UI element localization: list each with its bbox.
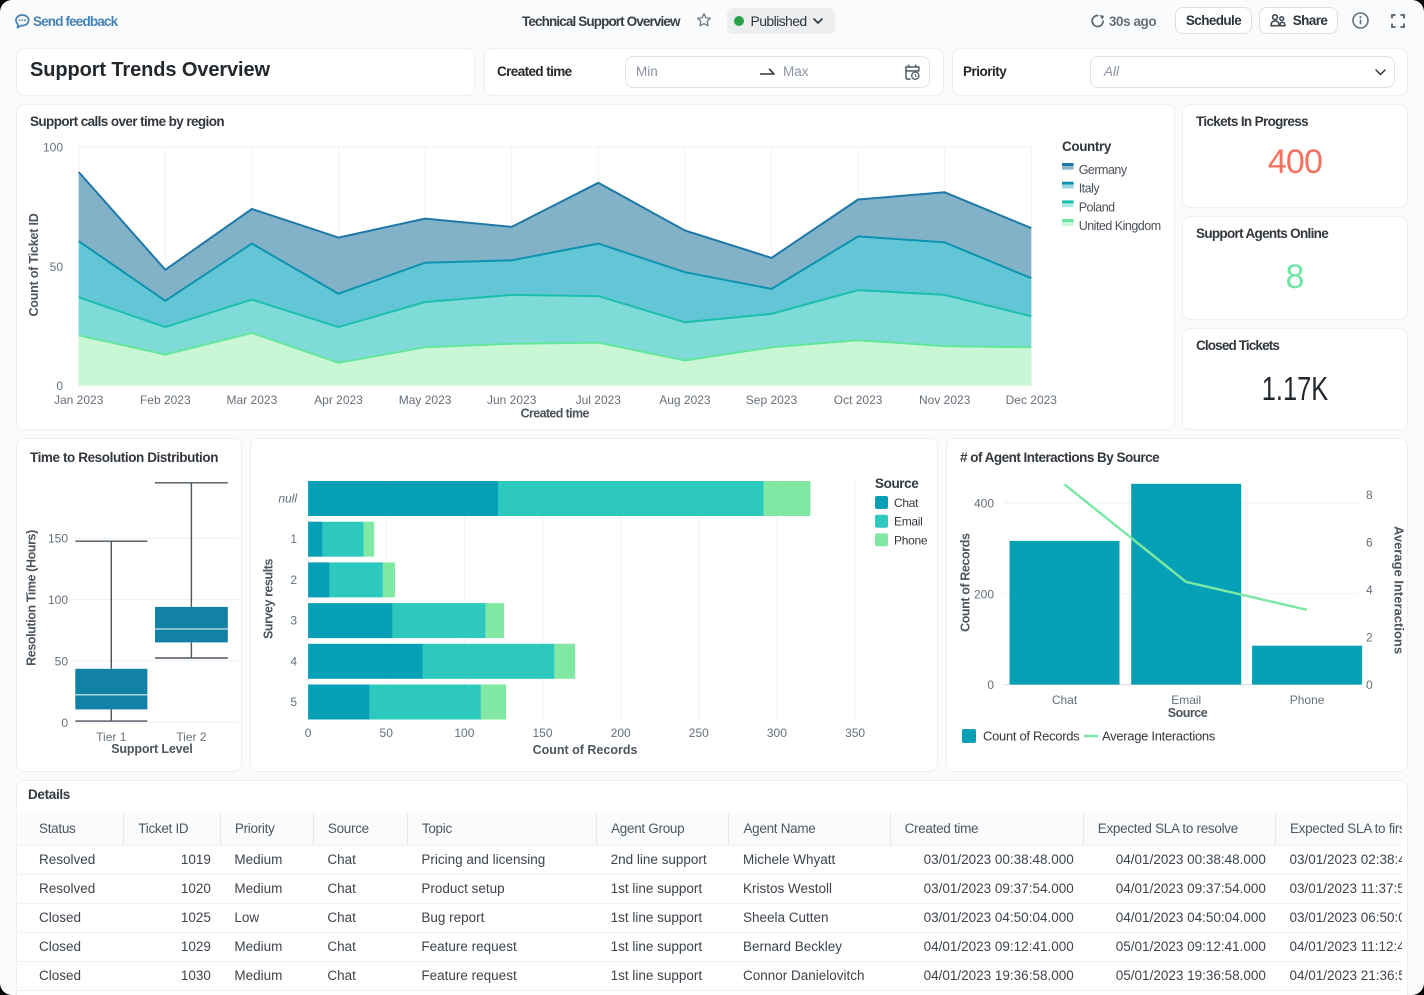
svg-text:150: 150 (48, 532, 68, 546)
svg-text:0: 0 (987, 678, 994, 692)
svg-text:8: 8 (1366, 488, 1373, 502)
svg-text:Poland: Poland (1079, 200, 1115, 214)
svg-text:Phone: Phone (1290, 693, 1325, 707)
svg-text:100: 100 (43, 141, 63, 155)
svg-text:300: 300 (767, 726, 787, 740)
svg-text:Jul 2023: Jul 2023 (576, 393, 622, 407)
svg-text:null: null (278, 492, 297, 506)
svg-text:Count of Records: Count of Records (533, 743, 638, 757)
svg-text:0: 0 (61, 716, 68, 730)
svg-text:200: 200 (974, 587, 994, 601)
svg-text:50: 50 (55, 654, 69, 668)
svg-text:3: 3 (290, 614, 297, 628)
svg-text:Oct 2023: Oct 2023 (834, 393, 883, 407)
svg-text:100: 100 (454, 726, 474, 740)
svg-text:Source: Source (1168, 706, 1208, 720)
svg-text:Sep 2023: Sep 2023 (746, 393, 798, 407)
svg-text:Nov 2023: Nov 2023 (919, 393, 971, 407)
svg-text:0: 0 (56, 379, 63, 393)
svg-text:Apr 2023: Apr 2023 (314, 393, 363, 407)
svg-text:Average Interactions: Average Interactions (1102, 729, 1216, 744)
svg-text:Email: Email (1171, 693, 1201, 707)
svg-text:350: 350 (845, 726, 865, 740)
svg-text:Dec 2023: Dec 2023 (1006, 393, 1058, 407)
svg-text:250: 250 (689, 726, 709, 740)
svg-text:Created time: Created time (521, 407, 590, 421)
svg-text:Jun 2023: Jun 2023 (487, 393, 537, 407)
svg-text:4: 4 (290, 654, 297, 668)
svg-text:Aug 2023: Aug 2023 (659, 393, 711, 407)
svg-text:Feb 2023: Feb 2023 (140, 393, 191, 407)
svg-text:Source: Source (875, 476, 919, 491)
svg-text:Chat: Chat (1052, 693, 1078, 707)
svg-text:Italy: Italy (1079, 182, 1101, 196)
svg-text:Count of Records: Count of Records (959, 533, 973, 632)
svg-text:Jan 2023: Jan 2023 (54, 393, 104, 407)
svg-text:5: 5 (290, 695, 297, 709)
svg-text:Email: Email (894, 515, 923, 529)
svg-text:Survey results: Survey results (262, 559, 276, 639)
svg-text:Average Interactions: Average Interactions (1392, 526, 1407, 654)
svg-text:Country: Country (1062, 139, 1112, 154)
svg-text:150: 150 (532, 726, 552, 740)
svg-text:2: 2 (1366, 631, 1373, 645)
svg-text:Chat: Chat (894, 496, 919, 510)
svg-text:0: 0 (1366, 678, 1373, 692)
svg-text:Count of Ticket ID: Count of Ticket ID (27, 213, 41, 316)
svg-text:Count of Records: Count of Records (983, 729, 1080, 744)
svg-text:2: 2 (290, 573, 297, 587)
svg-text:Support Level: Support Level (111, 742, 192, 756)
svg-text:Germany: Germany (1079, 163, 1128, 177)
svg-text:4: 4 (1366, 583, 1373, 597)
svg-text:0: 0 (305, 726, 312, 740)
svg-text:6: 6 (1366, 536, 1373, 550)
svg-text:Resolution Time (Hours): Resolution Time (Hours) (25, 530, 39, 666)
svg-text:200: 200 (611, 726, 631, 740)
svg-text:United Kingdom: United Kingdom (1079, 219, 1161, 233)
svg-text:400: 400 (974, 497, 994, 511)
svg-text:Phone: Phone (894, 533, 928, 547)
svg-text:1: 1 (290, 532, 297, 546)
svg-text:100: 100 (48, 593, 68, 607)
svg-text:Mar 2023: Mar 2023 (227, 393, 278, 407)
svg-text:50: 50 (380, 726, 394, 740)
svg-text:May 2023: May 2023 (399, 393, 452, 407)
svg-text:50: 50 (50, 260, 64, 274)
